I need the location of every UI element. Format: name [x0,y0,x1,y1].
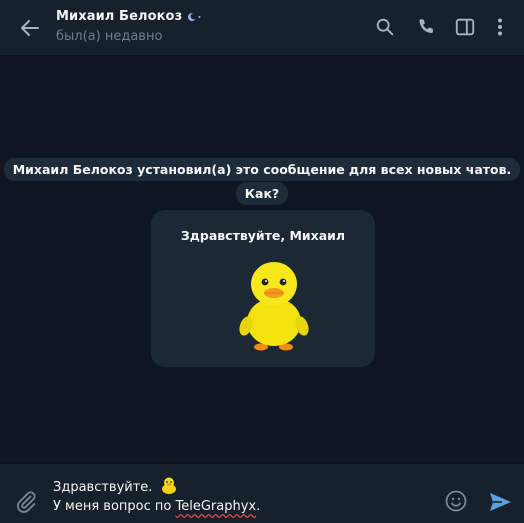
service-message-how-link[interactable]: Как? [235,182,289,205]
chat-header: Михаил Белокоз был(а) недавно [0,0,524,56]
chat-status: был(а) недавно [56,29,163,44]
chat-title-area[interactable]: Михаил Белокоз был(а) недавно [56,9,203,44]
phone-icon[interactable] [415,16,437,38]
greeting-title: Здравствуйте, Михаил [180,228,346,243]
premium-badge-icon [188,12,201,21]
sidebar-toggle-icon[interactable] [454,16,476,38]
smile-icon[interactable] [444,489,468,513]
duck-emoji [161,477,176,494]
message-line-2: У меня вопрос по [53,499,176,514]
message-composer: Здравствуйте. У меня вопрос по TeleGraph… [0,463,524,523]
send-icon[interactable] [487,490,513,514]
service-message: Михаил Белокоз установил(а) это сообщени… [0,158,524,205]
arrow-left-icon[interactable] [18,16,42,40]
message-line-1: Здравствуйте. [53,480,153,495]
message-input[interactable]: Здравствуйте. У меня вопрос по TeleGraph… [53,476,423,516]
chat-area[interactable]: Михаил Белокоз установил(а) это сообщени… [0,57,524,463]
greeting-card: Здравствуйте, Михаил [151,210,375,367]
misspelled-word: TeleGraphyx [175,499,257,514]
service-message-text: Михаил Белокоз установил(а) это сообщени… [3,158,521,181]
search-icon[interactable] [374,16,396,38]
message-line-2-end: . [256,499,261,514]
duck-sticker[interactable] [234,256,314,356]
more-vertical-icon[interactable] [489,16,511,38]
chat-title: Михаил Белокоз [56,9,183,24]
paperclip-icon[interactable] [14,490,38,514]
